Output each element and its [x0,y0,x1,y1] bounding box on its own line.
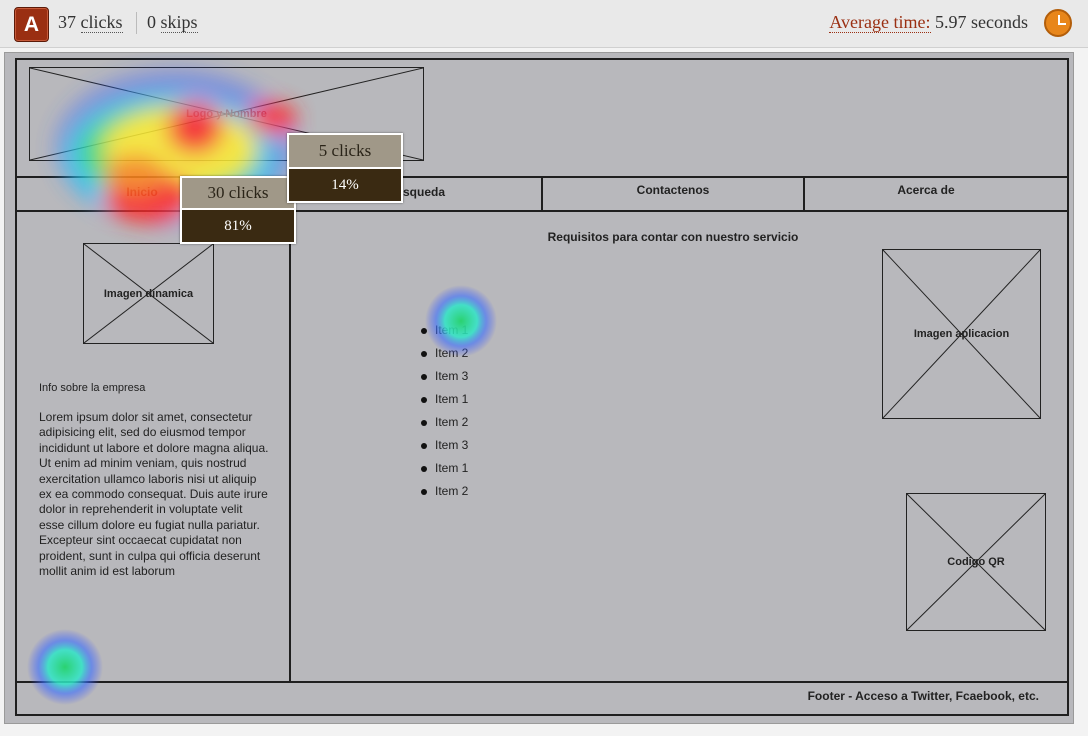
top-bar: A 37 clicks 0 skips Average time: 5.97 s… [0,0,1088,48]
clicks-link[interactable]: clicks [80,12,123,33]
average-time: Average time: 5.97 seconds [829,12,1028,33]
tooltip-clicks: 5 clicks [289,135,401,167]
skips-stat: 0 skips [147,12,198,33]
variant-badge[interactable]: A [14,7,49,42]
average-time-label[interactable]: Average time: [829,12,931,33]
clock-icon [1044,9,1072,37]
divider [136,12,137,34]
average-time-value: 5.97 seconds [935,12,1028,32]
skips-link[interactable]: skips [160,12,198,33]
skips-count: 0 [147,12,156,32]
tooltip-percent: 81% [182,208,294,242]
clicks-stat: 37 clicks [58,12,123,33]
clicks-count: 37 [58,12,76,32]
click-tooltip-logo: 5 clicks 14% [287,133,403,203]
tooltip-percent: 14% [289,167,401,201]
heatmap-stage[interactable]: Logo y Nombre Inicio Busqueda Contacteno… [4,52,1074,724]
tooltip-clicks: 30 clicks [182,178,294,208]
click-heatmap [27,70,497,705]
click-tooltip-inicio: 30 clicks 81% [180,176,296,244]
